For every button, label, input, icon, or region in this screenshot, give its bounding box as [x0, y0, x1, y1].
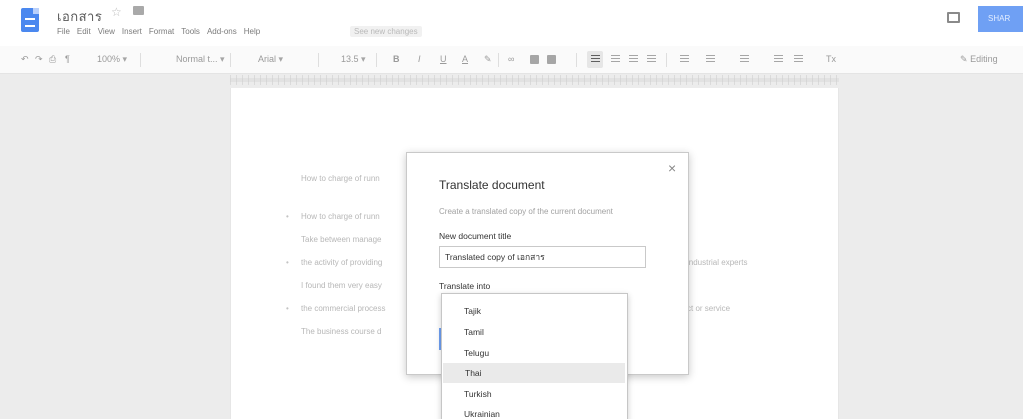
doc-line-tail[interactable]: industrial experts [687, 258, 747, 267]
font-value: Arial [258, 54, 277, 64]
see-new-changes-link[interactable]: See new changes [350, 26, 422, 37]
dialog-title: Translate document [439, 178, 545, 192]
doc-line[interactable]: The business course d [301, 327, 382, 336]
doc-line[interactable]: How to charge of runn [301, 212, 380, 221]
new-title-label: New document title [439, 231, 512, 241]
language-option-tamil[interactable]: Tamil [442, 322, 627, 342]
editing-mode-select[interactable]: ✎ Editing [960, 54, 998, 65]
share-button[interactable]: SHAR [978, 6, 1023, 32]
menu-bar: File Edit View Insert Format Tools Add-o… [57, 27, 260, 36]
comment-icon[interactable] [947, 12, 960, 23]
list-bullet: • [286, 304, 289, 313]
share-label: SHAR [988, 14, 1011, 23]
menu-addons[interactable]: Add-ons [207, 27, 237, 36]
doc-line[interactable]: How to charge of runn [301, 174, 380, 183]
undo-icon[interactable]: ↶ [21, 54, 29, 65]
align-right-icon[interactable] [629, 55, 638, 64]
folder-icon[interactable] [133, 6, 144, 15]
doc-line[interactable]: Take between manage [301, 235, 382, 244]
comment-add-icon[interactable] [530, 55, 539, 64]
text-color-button[interactable]: A [462, 54, 468, 65]
menu-view[interactable]: View [98, 27, 115, 36]
menu-insert[interactable]: Insert [122, 27, 142, 36]
list-bullet: • [286, 212, 289, 221]
menu-tools[interactable]: Tools [181, 27, 200, 36]
underline-button[interactable]: U [440, 54, 447, 65]
style-value: Normal t... [176, 54, 218, 64]
dialog-description: Create a translated copy of the current … [439, 207, 613, 216]
highlight-pen-icon[interactable]: ✎ [484, 54, 492, 65]
menu-edit[interactable]: Edit [77, 27, 91, 36]
doc-line-tail[interactable]: ct or service [687, 304, 730, 313]
language-option-telugu[interactable]: Telugu [442, 343, 627, 363]
new-title-input[interactable] [439, 246, 646, 268]
editing-mode-label: Editing [970, 54, 998, 64]
doc-line[interactable]: I found them very easy [301, 281, 382, 290]
increase-indent-icon[interactable] [794, 55, 803, 64]
font-size-select[interactable]: 13.5 ▾ [341, 54, 366, 65]
bold-button[interactable]: B [393, 54, 400, 65]
decrease-indent-icon[interactable] [774, 55, 783, 64]
language-dropdown-list[interactable]: Tajik Tamil Telugu Thai Turkish Ukrainia… [441, 293, 628, 419]
menu-help[interactable]: Help [244, 27, 260, 36]
language-option-ukrainian[interactable]: Ukrainian [442, 404, 627, 419]
print-icon[interactable]: ⎙ [49, 54, 56, 65]
close-icon[interactable]: × [668, 161, 676, 175]
menu-file[interactable]: File [57, 27, 70, 36]
paint-format-icon[interactable]: ¶ [65, 54, 70, 65]
insert-image-icon[interactable] [547, 55, 556, 64]
font-select[interactable]: Arial ▾ [258, 54, 283, 65]
style-select[interactable]: Normal t... ▾ [176, 54, 225, 65]
line-spacing-icon[interactable] [680, 55, 689, 64]
docs-logo-icon[interactable] [21, 8, 39, 32]
doc-title[interactable]: เอกสาร [57, 6, 102, 27]
clear-formatting-button[interactable]: Tx [826, 54, 836, 65]
language-option-thai[interactable]: Thai [443, 363, 625, 383]
ruler[interactable] [230, 75, 839, 85]
app-header: เอกสาร ☆ File Edit View Insert Format To… [0, 0, 1023, 46]
doc-line[interactable]: the activity of providing [301, 258, 382, 267]
numbered-list-icon[interactable] [706, 55, 715, 64]
list-bullet: • [286, 258, 289, 267]
translate-into-label: Translate into [439, 281, 491, 291]
bulleted-list-icon[interactable] [740, 55, 749, 64]
align-justify-icon[interactable] [647, 55, 656, 64]
redo-icon[interactable]: ↷ [35, 54, 43, 65]
language-option-tajik[interactable]: Tajik [442, 301, 627, 321]
font-size-value: 13.5 [341, 54, 359, 64]
link-icon[interactable]: ∞ [508, 54, 514, 65]
language-option-turkish[interactable]: Turkish [442, 384, 627, 404]
toolbar: ↶ ↷ ⎙ ¶ 100% ▾ Normal t... ▾ Arial ▾ 13.… [0, 46, 1023, 74]
zoom-select[interactable]: 100% ▾ [97, 54, 127, 65]
italic-button[interactable]: I [418, 54, 421, 65]
align-left-icon[interactable] [591, 55, 600, 64]
menu-format[interactable]: Format [149, 27, 174, 36]
star-icon[interactable]: ☆ [111, 5, 122, 19]
align-center-icon[interactable] [611, 55, 620, 64]
zoom-value: 100% [97, 54, 121, 64]
doc-line[interactable]: the commercial process [301, 304, 385, 313]
pencil-icon: ✎ [960, 54, 968, 64]
